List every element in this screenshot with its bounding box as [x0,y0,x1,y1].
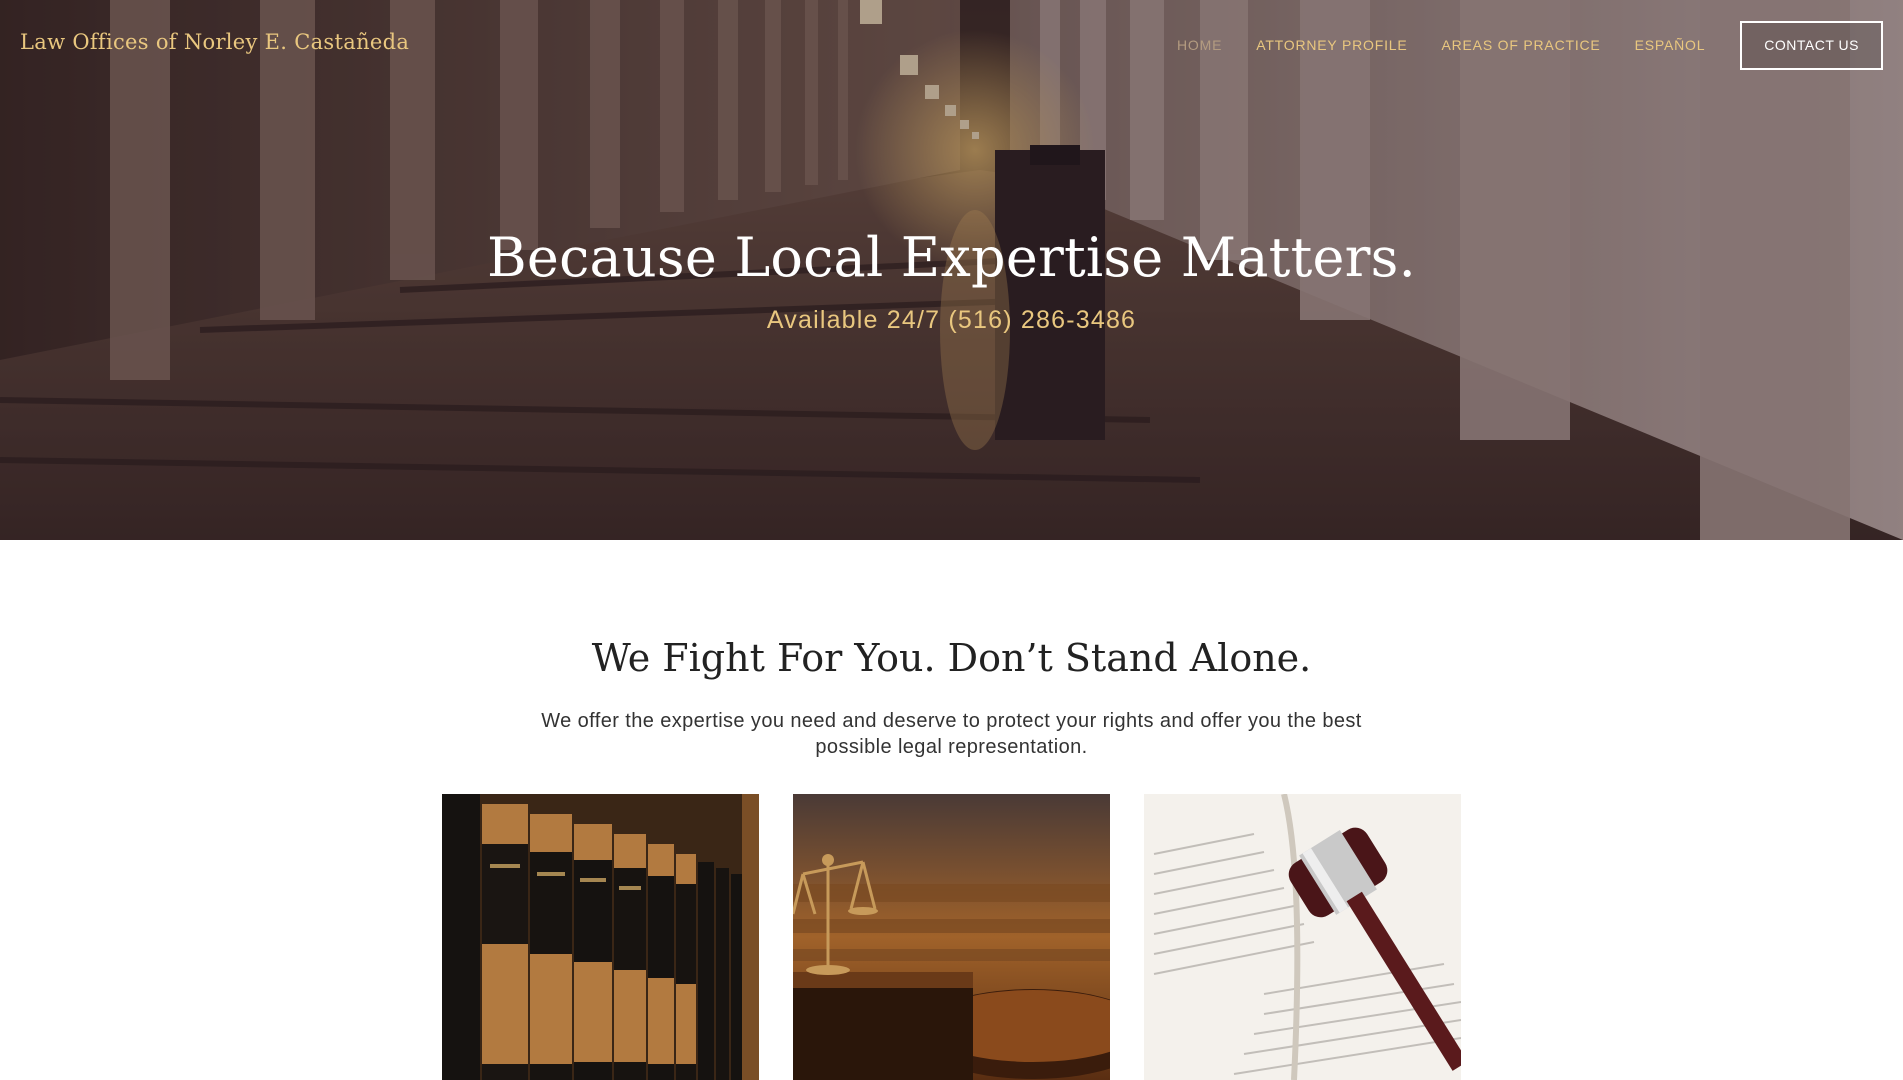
scales-courtroom-card [793,794,1110,1080]
nav-item-home[interactable]: HOME [1160,37,1239,53]
site-title[interactable]: Law Offices of Norley E. Castañeda [20,30,409,54]
nav-item-attorney-profile[interactable]: ATTORNEY PROFILE [1239,37,1424,53]
nav-item-areas-of-practice[interactable]: AREAS OF PRACTICE [1425,37,1618,53]
scales-of-justice-courtroom-photo [793,794,1110,1080]
gavel-on-book-photo [1144,794,1461,1080]
hero-section: Law Offices of Norley E. Castañeda HOME … [0,0,1903,540]
intro-title: We Fight For You. Don’t Stand Alone. [591,636,1312,680]
law-books-card [442,794,759,1080]
nav-item-espanol[interactable]: ESPAÑOL [1618,37,1723,53]
gavel-book-card [1144,794,1461,1080]
hero-availability-phone[interactable]: Available 24/7 (516) 286-3486 [0,306,1903,335]
main-nav: HOME ATTORNEY PROFILE AREAS OF PRACTICE … [1160,20,1883,70]
contact-us-button[interactable]: CONTACT US [1740,20,1883,70]
intro-text: We offer the expertise you need and dese… [541,710,1362,758]
hero-headline: Because Local Expertise Matters. [487,226,1416,289]
law-books-photo [442,794,759,1080]
